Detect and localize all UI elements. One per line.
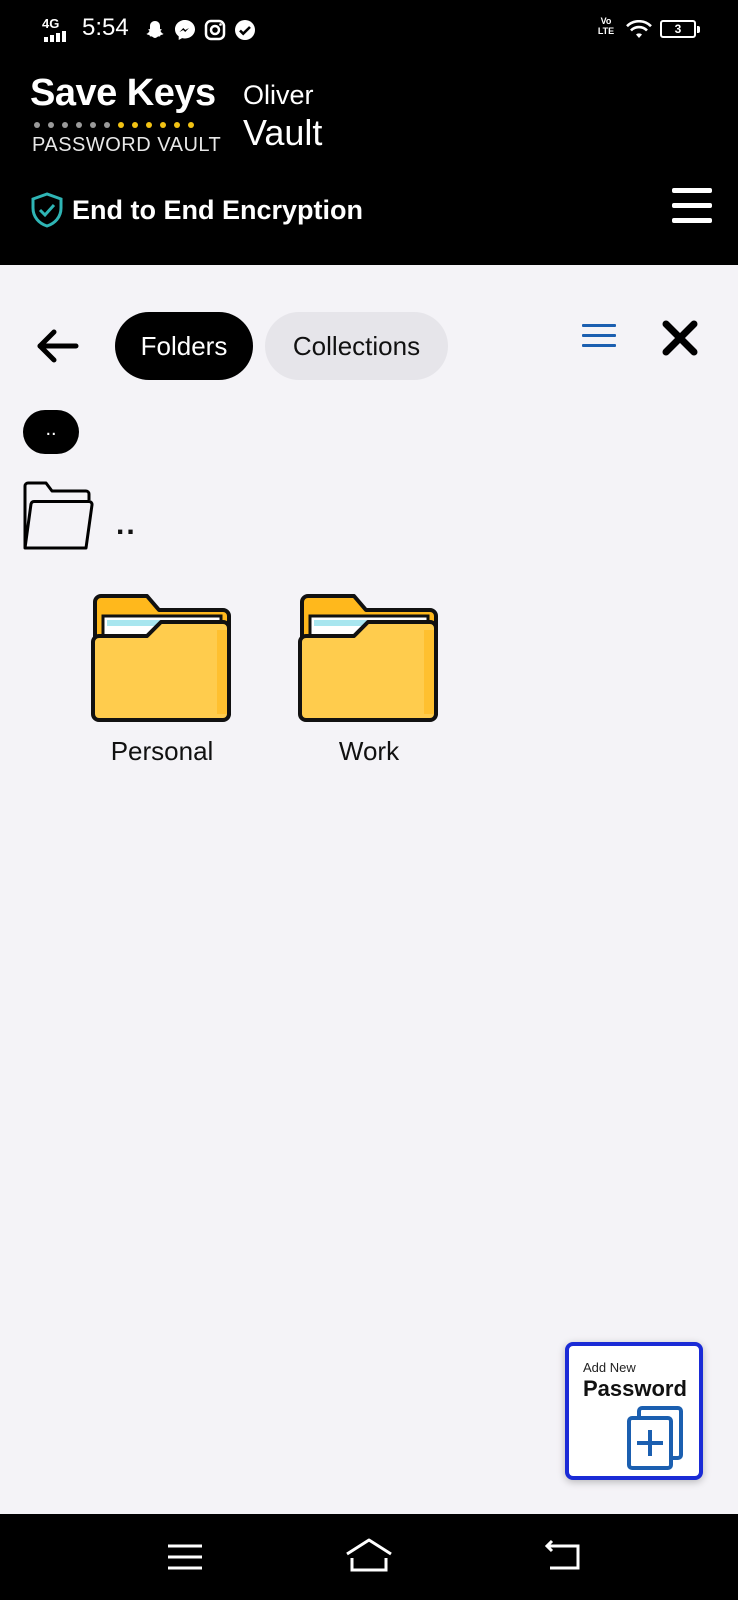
parent-folder-icon[interactable] [22,480,94,552]
logo-title: Save Keys [30,72,216,114]
encryption-label: End to End Encryption [72,194,363,225]
tab-folders[interactable]: Folders [115,312,253,380]
volte-indicator: Vo LTE [597,16,615,36]
vault-name: Vault [243,112,323,153]
tab-collections[interactable]: Collections [265,312,448,380]
system-nav-bar [0,1514,738,1600]
fab-small-label: Add New [583,1360,636,1375]
battery-indicator: 3 [660,20,700,38]
add-copy-icon [627,1406,683,1470]
signal-icon [44,31,66,42]
close-icon[interactable] [660,318,700,358]
folder-work[interactable]: Work [284,590,454,767]
network-type: 4G [42,16,60,31]
wifi-icon [626,20,652,38]
shield-check-icon [31,192,63,228]
folder-personal[interactable]: Personal [77,590,247,767]
messenger-icon [175,20,195,40]
home-icon[interactable] [344,1534,394,1580]
parent-folder-label[interactable]: .. [116,508,137,542]
add-new-password-button[interactable]: Add New Password [565,1342,703,1480]
snapchat-icon [146,21,164,38]
header-menu-button[interactable] [672,188,712,224]
list-view-button[interactable] [580,322,620,352]
folder-label: Work [338,736,400,766]
breadcrumb[interactable]: .. [23,410,79,454]
recents-icon[interactable] [160,1534,210,1580]
app-header: Save Keys PASSWORD VAULT Oliver Vault En… [0,56,738,265]
back-nav-icon[interactable] [540,1534,590,1580]
arrow-left-icon[interactable] [34,324,80,368]
folder-icon [298,594,438,722]
fab-big-label: Password [583,1376,687,1401]
folder-icon [91,594,231,722]
status-bar: 4G 5:54 Vo LTE 3 [0,0,738,56]
folder-label: Personal [110,736,214,766]
instagram-icon [204,19,226,41]
check-circle-icon [235,20,255,40]
clock: 5:54 [82,14,129,41]
logo-dots [34,122,194,128]
user-name: Oliver [243,80,314,110]
logo-subtitle: PASSWORD VAULT [32,134,222,156]
encryption-banner: End to End Encryption [30,192,363,228]
